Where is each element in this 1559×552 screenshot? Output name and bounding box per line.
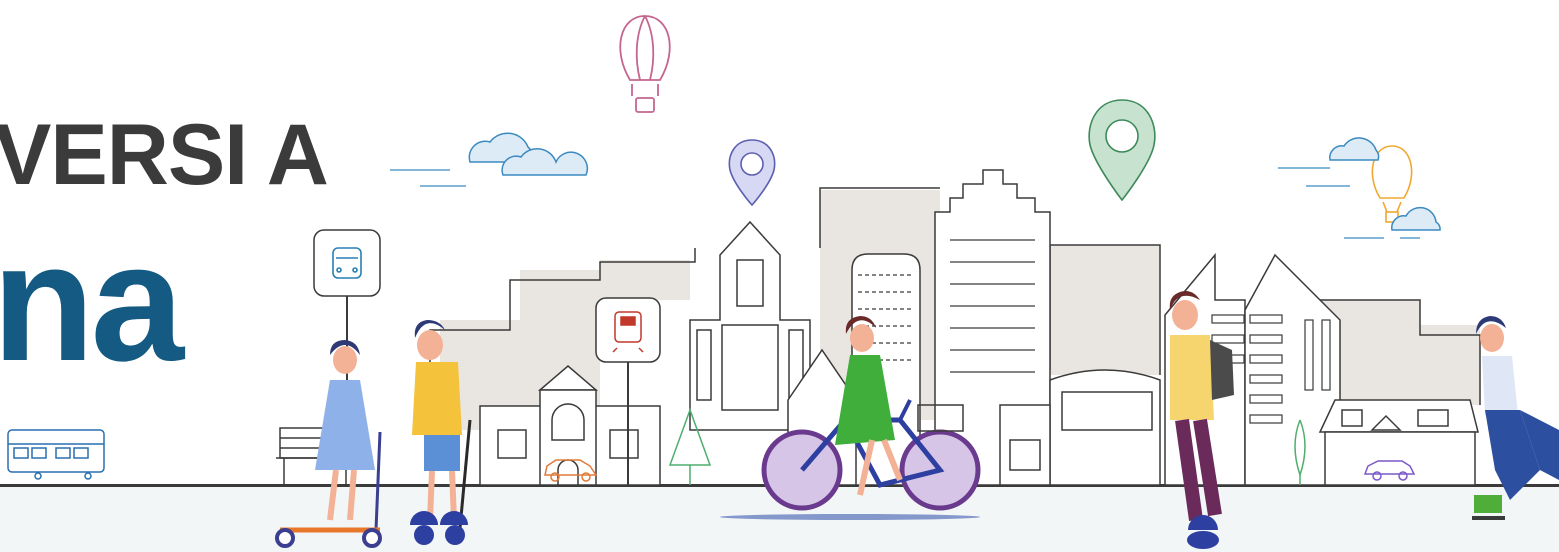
location-pin-icon [1088,99,1156,202]
rollerblader [1472,316,1559,520]
wind-lines [390,169,466,187]
tram-icon [7,429,105,480]
hero-heading-line-2: na [0,208,184,396]
cloud-icon [468,132,589,176]
location-pin-icon [728,139,776,207]
city-illustration [7,15,1559,549]
cloud-icon [1329,137,1441,231]
hero-heading-line-1: VERSI A [0,107,329,203]
girl-on-scooter [275,340,382,548]
hot-air-balloon-icon [619,15,671,113]
right-house [1318,399,1479,486]
hero-banner: VERSI A na [0,0,1559,552]
